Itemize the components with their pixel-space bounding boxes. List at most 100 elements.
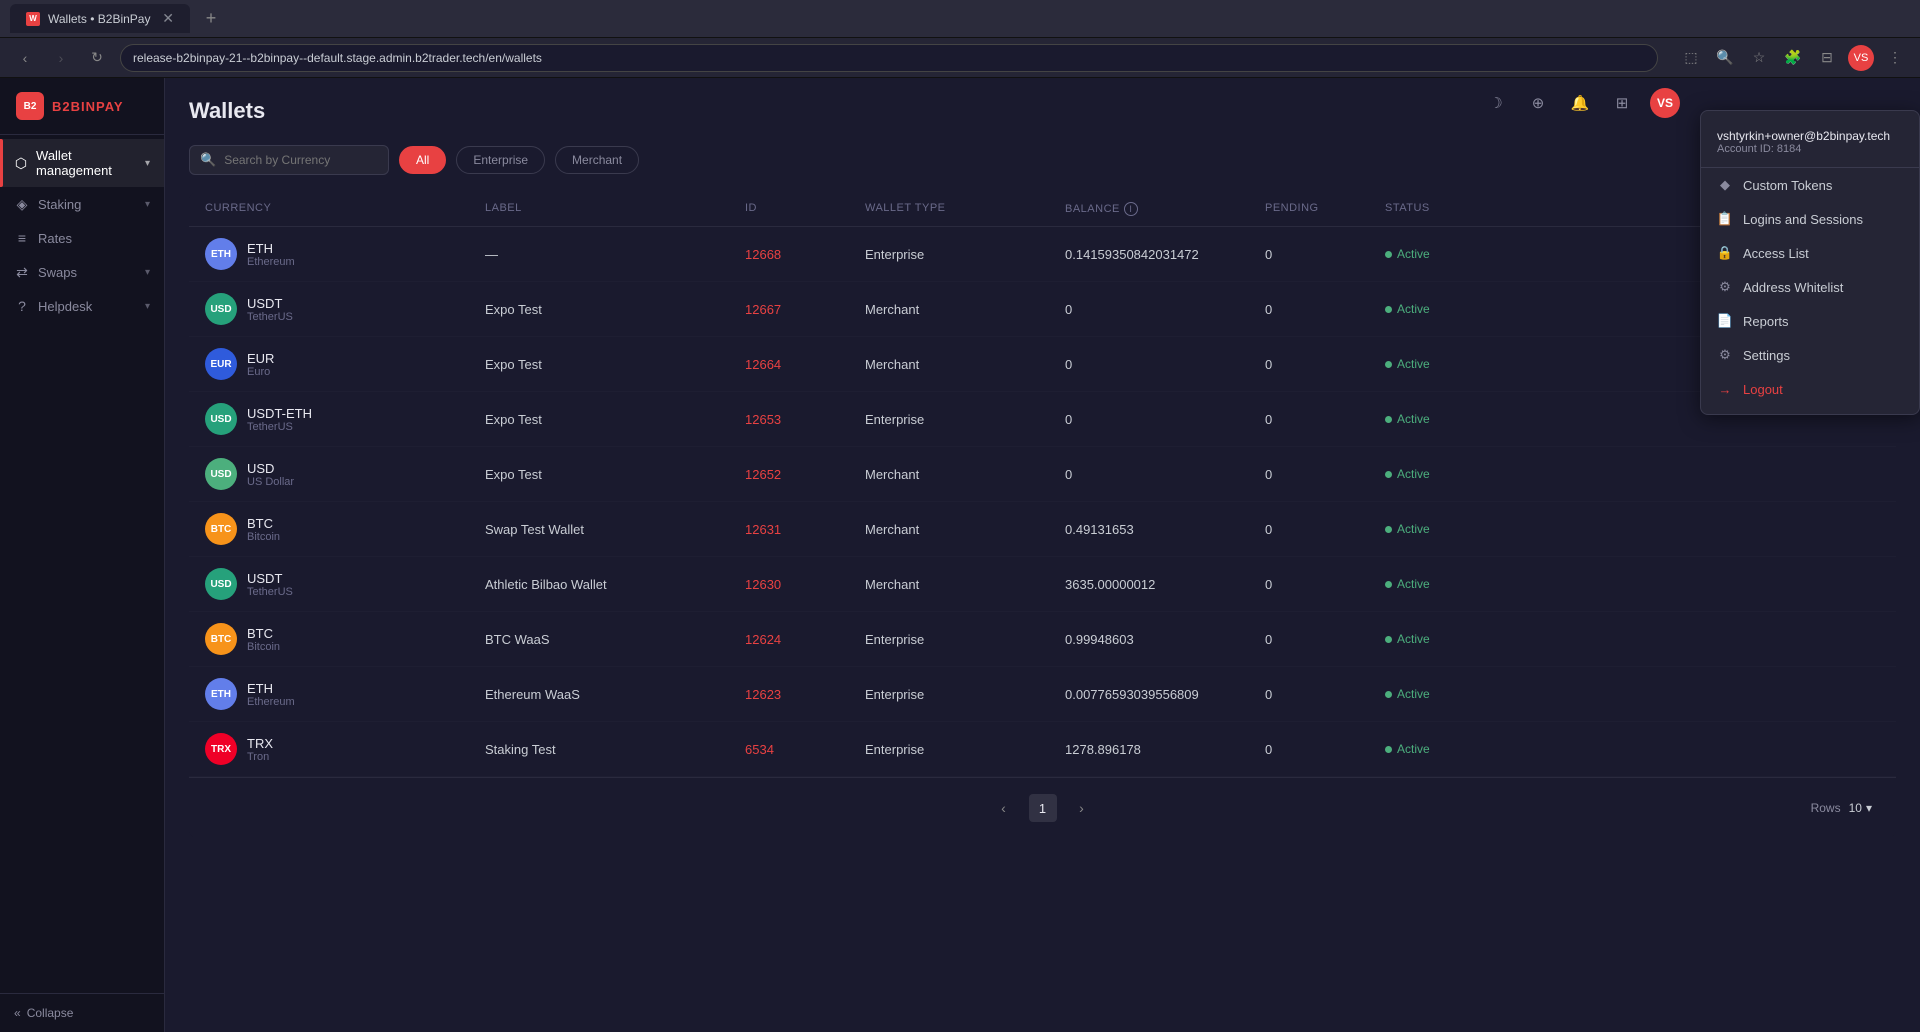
user-avatar[interactable]: VS bbox=[1650, 88, 1680, 118]
menu-icon[interactable]: ⋮ bbox=[1882, 45, 1908, 71]
tab-close-button[interactable]: ✕ bbox=[162, 10, 174, 27]
sidebar-icon[interactable]: ⊟ bbox=[1814, 45, 1840, 71]
back-button[interactable]: ‹ bbox=[12, 45, 38, 71]
menu-label: Custom Tokens bbox=[1743, 178, 1832, 193]
browser-tab-bar: W Wallets • B2BinPay ✕ + bbox=[0, 0, 1920, 38]
label-cell: — bbox=[485, 247, 745, 262]
sidebar-item-wallet-management[interactable]: ⬡ Wallet management ▾ bbox=[0, 139, 164, 187]
table-row[interactable]: BTC BTC Bitcoin Swap Test Wallet 12631 M… bbox=[189, 502, 1896, 557]
pending-cell: 0 bbox=[1265, 357, 1385, 372]
id-cell[interactable]: 12667 bbox=[745, 302, 865, 317]
status-dot bbox=[1385, 471, 1392, 478]
table-row[interactable]: EUR EUR Euro Expo Test 12664 Merchant 0 … bbox=[189, 337, 1896, 392]
pending-cell: 0 bbox=[1265, 412, 1385, 427]
rows-dropdown[interactable]: 10 ▾ bbox=[1849, 801, 1872, 815]
currency-name: Tron bbox=[247, 751, 273, 763]
menu-custom-tokens[interactable]: ◆ Custom Tokens bbox=[1701, 168, 1919, 202]
status-cell: Active bbox=[1385, 357, 1505, 371]
label-cell: Expo Test bbox=[485, 302, 745, 317]
address-bar[interactable]: release-b2binpay-21--b2binpay--default.s… bbox=[120, 44, 1658, 72]
status-dot bbox=[1385, 581, 1392, 588]
menu-settings[interactable]: ⚙ Settings bbox=[1701, 338, 1919, 372]
sidebar-item-staking[interactable]: ◈ Staking ▾ bbox=[0, 187, 164, 221]
menu-logout[interactable]: → Logout bbox=[1701, 372, 1919, 406]
id-cell[interactable]: 12652 bbox=[745, 467, 865, 482]
bookmark-icon[interactable]: ☆ bbox=[1746, 45, 1772, 71]
sidebar-item-rates[interactable]: ≡ Rates bbox=[0, 221, 164, 255]
menu-logins-sessions[interactable]: 📋 Logins and Sessions bbox=[1701, 202, 1919, 236]
rows-label: Rows bbox=[1811, 801, 1841, 815]
pending-cell: 0 bbox=[1265, 467, 1385, 482]
rows-chevron: ▾ bbox=[1866, 801, 1872, 815]
table-row[interactable]: TRX TRX Tron Staking Test 6534 Enterpris… bbox=[189, 722, 1896, 777]
theme-toggle[interactable]: ☽ bbox=[1482, 89, 1510, 117]
context-menu-header: vshtyrkin+owner@b2binpay.tech Account ID… bbox=[1701, 119, 1919, 168]
id-cell[interactable]: 12653 bbox=[745, 412, 865, 427]
table-row[interactable]: USD USDT TetherUS Expo Test 12667 Mercha… bbox=[189, 282, 1896, 337]
screenshot-icon[interactable]: ⬚ bbox=[1678, 45, 1704, 71]
active-tab[interactable]: W Wallets • B2BinPay ✕ bbox=[10, 4, 190, 33]
currency-code: USD bbox=[247, 461, 294, 476]
logo-icon: B2 bbox=[16, 92, 44, 120]
table-row[interactable]: USD USDT TetherUS Athletic Bilbao Wallet… bbox=[189, 557, 1896, 612]
table-row[interactable]: ETH ETH Ethereum Ethereum WaaS 12623 Ent… bbox=[189, 667, 1896, 722]
search-input[interactable] bbox=[224, 153, 364, 167]
new-tab-button[interactable]: + bbox=[198, 6, 224, 32]
id-cell[interactable]: 6534 bbox=[745, 742, 865, 757]
next-page[interactable]: › bbox=[1069, 795, 1095, 821]
menu-label: Settings bbox=[1743, 348, 1790, 363]
currency-cell: TRX TRX Tron bbox=[205, 733, 485, 765]
zoom-icon[interactable]: 🔍 bbox=[1712, 45, 1738, 71]
extensions-icon[interactable]: 🧩 bbox=[1780, 45, 1806, 71]
currency-cell: USD USDT-ETH TetherUS bbox=[205, 403, 485, 435]
reload-button[interactable]: ↻ bbox=[84, 45, 110, 71]
col-label: Label bbox=[485, 202, 745, 216]
notifications-icon[interactable]: 🔔 bbox=[1566, 89, 1594, 117]
status-dot bbox=[1385, 416, 1392, 423]
id-cell[interactable]: 12630 bbox=[745, 577, 865, 592]
prev-page[interactable]: ‹ bbox=[991, 795, 1017, 821]
tab-merchant[interactable]: Merchant bbox=[555, 146, 639, 174]
status-cell: Active bbox=[1385, 577, 1505, 591]
table-footer: ‹ 1 › Rows 10 ▾ bbox=[189, 777, 1896, 838]
currency-name: Bitcoin bbox=[247, 531, 280, 543]
currency-name: US Dollar bbox=[247, 476, 294, 488]
forward-button[interactable]: › bbox=[48, 45, 74, 71]
apps-icon[interactable]: ⊞ bbox=[1608, 89, 1636, 117]
page-number[interactable]: 1 bbox=[1029, 794, 1057, 822]
app-container: B2 B2BINPAY ⬡ Wallet management ▾ ◈ Stak… bbox=[0, 78, 1920, 1032]
help-icon[interactable]: ⊕ bbox=[1524, 89, 1552, 117]
id-cell[interactable]: 12664 bbox=[745, 357, 865, 372]
menu-address-whitelist[interactable]: ⚙ Address Whitelist bbox=[1701, 270, 1919, 304]
table-row[interactable]: USD USD US Dollar Expo Test 12652 Mercha… bbox=[189, 447, 1896, 502]
currency-code: ETH bbox=[247, 681, 295, 696]
menu-access-list[interactable]: 🔒 Access List bbox=[1701, 236, 1919, 270]
tab-all[interactable]: All bbox=[399, 146, 446, 174]
id-cell[interactable]: 12624 bbox=[745, 632, 865, 647]
collapse-button[interactable]: « Collapse bbox=[0, 993, 164, 1032]
pending-cell: 0 bbox=[1265, 577, 1385, 592]
id-cell[interactable]: 12631 bbox=[745, 522, 865, 537]
search-box[interactable]: 🔍 bbox=[189, 145, 389, 175]
sidebar-item-helpdesk[interactable]: ? Helpdesk ▾ bbox=[0, 289, 164, 323]
sidebar-item-swaps[interactable]: ⇄ Swaps ▾ bbox=[0, 255, 164, 289]
access-list-icon: 🔒 bbox=[1717, 245, 1733, 261]
id-cell[interactable]: 12623 bbox=[745, 687, 865, 702]
label-cell: Expo Test bbox=[485, 357, 745, 372]
table-row[interactable]: BTC BTC Bitcoin BTC WaaS 12624 Enterpris… bbox=[189, 612, 1896, 667]
balance-cell: 1278.896178 bbox=[1065, 742, 1265, 757]
swaps-icon: ⇄ bbox=[14, 264, 30, 280]
wallet-management-icon: ⬡ bbox=[14, 155, 28, 171]
currency-icon: USD bbox=[205, 458, 237, 490]
balance-cell: 0 bbox=[1065, 467, 1265, 482]
id-cell[interactable]: 12668 bbox=[745, 247, 865, 262]
sidebar-nav: ⬡ Wallet management ▾ ◈ Staking ▾ ≡ Rate… bbox=[0, 135, 164, 327]
menu-reports[interactable]: 📄 Reports bbox=[1701, 304, 1919, 338]
rows-count: 10 bbox=[1849, 801, 1862, 815]
table-row[interactable]: USD USDT-ETH TetherUS Expo Test 12653 En… bbox=[189, 392, 1896, 447]
tab-enterprise[interactable]: Enterprise bbox=[456, 146, 545, 174]
profile-icon[interactable]: VS bbox=[1848, 45, 1874, 71]
table-row[interactable]: ETH ETH Ethereum — 12668 Enterprise 0.14… bbox=[189, 227, 1896, 282]
currency-code: USDT-ETH bbox=[247, 406, 312, 421]
col-id: ID bbox=[745, 202, 865, 216]
